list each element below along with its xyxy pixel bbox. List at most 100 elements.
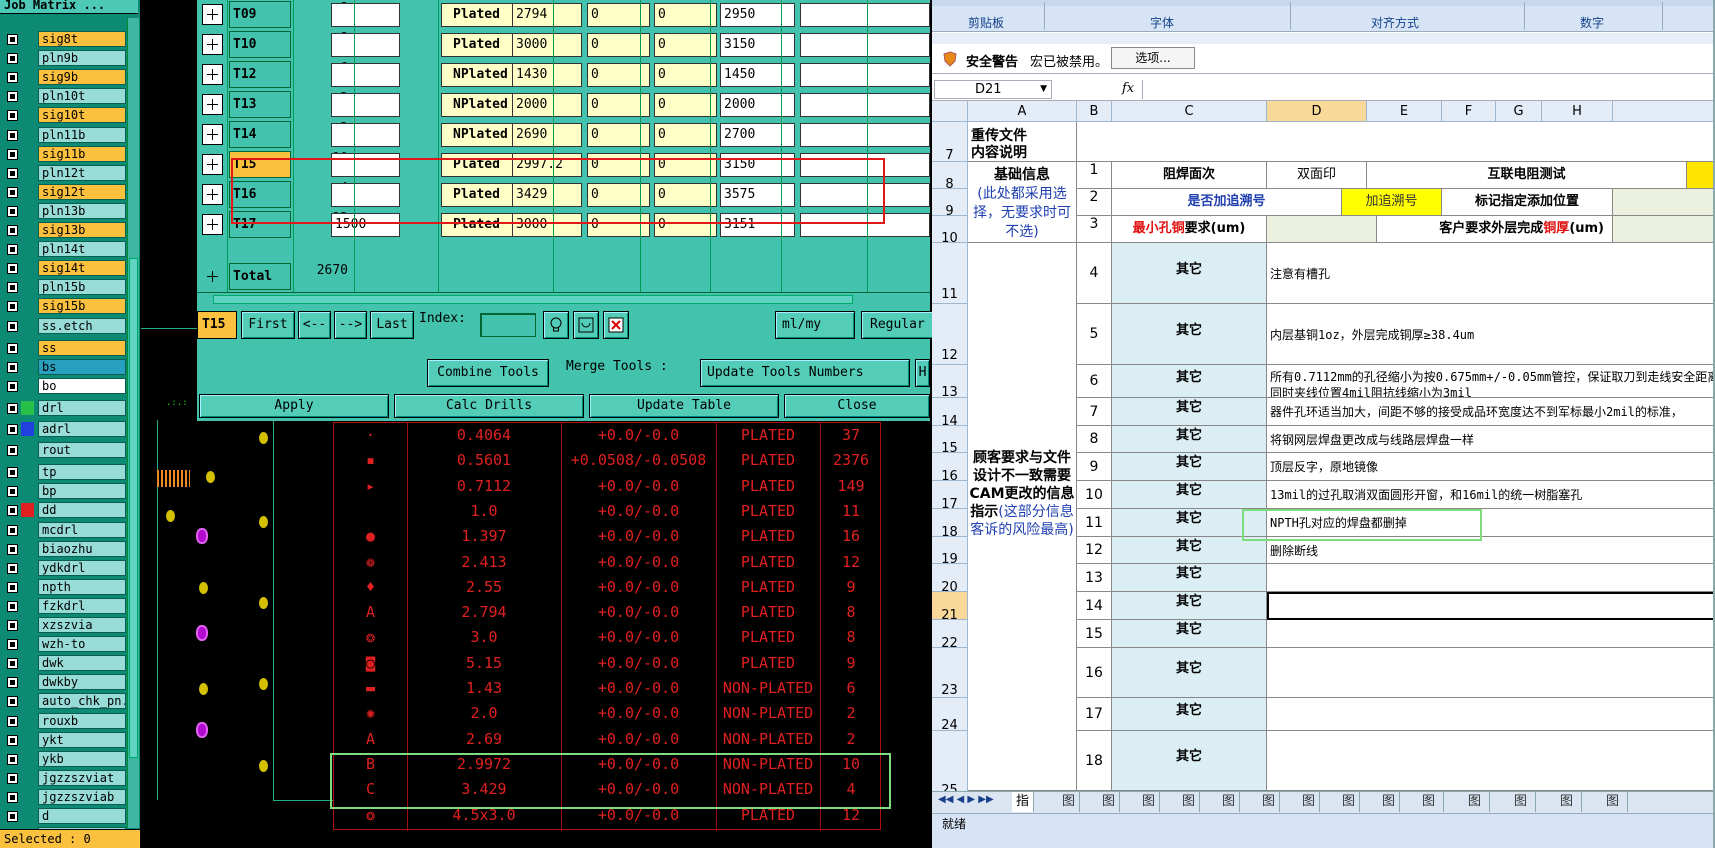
- layer-checkbox[interactable]: [7, 620, 18, 631]
- name-box[interactable]: D21 ▼: [934, 80, 1052, 99]
- layer-checkbox[interactable]: [7, 600, 18, 612]
- sheet-tab-6[interactable]: 图6: [1258, 792, 1281, 829]
- layer-name[interactable]: sig9b: [38, 69, 126, 86]
- row-header-15[interactable]: 15: [932, 426, 968, 456]
- row-header-12[interactable]: 12: [932, 304, 968, 365]
- sheet-tab-9[interactable]: 图9: [1378, 792, 1401, 829]
- layer-row-ydkdrl[interactable]: ydkdrl: [4, 559, 126, 578]
- item-category[interactable]: 其它: [1112, 592, 1267, 620]
- layer-checkbox[interactable]: [7, 772, 18, 784]
- layer-name[interactable]: pln10t: [38, 88, 126, 105]
- item-number[interactable]: 5: [1077, 304, 1112, 365]
- layer-name[interactable]: bs: [38, 358, 126, 375]
- sheet-tab-11[interactable]: 图11: [1464, 792, 1490, 829]
- layer-checkbox[interactable]: [7, 53, 18, 65]
- layer-row-dwkby[interactable]: dwkby: [4, 673, 126, 692]
- item-category[interactable]: 其它: [1112, 243, 1267, 304]
- layer-name[interactable]: dwkby: [38, 674, 126, 691]
- item-category[interactable]: 其它: [1112, 398, 1267, 426]
- layer-checkbox[interactable]: [7, 677, 18, 689]
- layer-name[interactable]: xzszvia: [38, 617, 126, 633]
- layer-name[interactable]: fzkdrl: [38, 597, 126, 614]
- calc-drills-button[interactable]: Calc Drills: [394, 394, 584, 418]
- layer-name[interactable]: rouxb: [38, 712, 126, 729]
- layer-checkbox[interactable]: [7, 402, 18, 414]
- item-category[interactable]: 其它: [1112, 620, 1267, 648]
- expand-icon[interactable]: [202, 4, 223, 25]
- layer-row-sig14t[interactable]: sig14t: [4, 259, 126, 278]
- layer-row-pln10t[interactable]: pln10t: [4, 87, 126, 106]
- sheet-tab-10[interactable]: 图10: [1418, 792, 1444, 829]
- layer-checkbox[interactable]: [7, 34, 18, 45]
- layer-row-tp[interactable]: tp: [4, 463, 126, 482]
- layer-row-rout[interactable]: rout: [4, 441, 126, 460]
- row-header-18[interactable]: 18: [932, 509, 968, 540]
- layer-name[interactable]: adrl: [38, 421, 126, 437]
- item-number[interactable]: 7: [1077, 398, 1112, 426]
- layer-row-sig10t[interactable]: sig10t: [4, 106, 126, 125]
- row-header-19[interactable]: 19: [932, 537, 968, 567]
- layer-row-sig9b[interactable]: sig9b: [4, 68, 126, 87]
- cell-e8[interactable]: 互联电阻测试: [1367, 162, 1687, 189]
- layer-checkbox[interactable]: [7, 282, 18, 294]
- layer-row-pln14t[interactable]: pln14t: [4, 240, 126, 259]
- tool-name[interactable]: T10: [229, 31, 291, 58]
- ribbon-group-number[interactable]: 数字: [1580, 14, 1604, 31]
- cell-b7-merged[interactable]: [1077, 122, 1715, 162]
- layer-row-jgzzszviat[interactable]: jgzzszviat: [4, 769, 126, 788]
- minus-tol-input[interactable]: 0: [654, 3, 717, 27]
- extra-input[interactable]: [800, 33, 930, 57]
- item-instruction[interactable]: [1267, 620, 1715, 648]
- item-instruction[interactable]: [1267, 731, 1715, 791]
- layer-row-npth[interactable]: npth: [4, 578, 126, 597]
- drill-size-input[interactable]: 2700: [720, 123, 795, 147]
- layer-name[interactable]: biaozhu: [38, 540, 126, 557]
- layer-checkbox[interactable]: [7, 129, 18, 141]
- layer-name[interactable]: auto_chk_pn...: [38, 693, 126, 710]
- layer-row-mcdrl[interactable]: mcdrl: [4, 521, 126, 540]
- layer-row-bo[interactable]: bo: [4, 377, 126, 396]
- cell-h8[interactable]: [1687, 162, 1715, 189]
- layer-row-drl[interactable]: drl: [4, 399, 126, 418]
- tool-name[interactable]: T09: [229, 1, 291, 28]
- sheet-tab-2[interactable]: 图2: [1098, 792, 1121, 829]
- item-category[interactable]: 其它: [1112, 564, 1267, 592]
- size-input[interactable]: [331, 33, 400, 57]
- layer-row-sig8t[interactable]: sig8t: [4, 30, 126, 49]
- layer-name[interactable]: sig11b: [38, 145, 126, 162]
- minus-tol-input[interactable]: 0: [654, 93, 717, 117]
- layer-name[interactable]: pln13b: [38, 202, 126, 219]
- layer-row-dwk[interactable]: dwk: [4, 654, 126, 673]
- drill-size-input[interactable]: 1450: [720, 63, 795, 87]
- size-input[interactable]: [331, 123, 400, 147]
- layer-row-xzszvia[interactable]: xzszvia: [4, 616, 126, 635]
- layer-name[interactable]: sig15b: [38, 298, 126, 315]
- cell-a7[interactable]: 重传文件 内容说明: [968, 122, 1077, 162]
- finish-size-input[interactable]: 2794: [512, 3, 582, 27]
- item-number[interactable]: 14: [1077, 592, 1112, 620]
- row-header-14[interactable]: 14: [932, 398, 968, 429]
- layer-name[interactable]: dd: [38, 502, 126, 519]
- item-number[interactable]: 17: [1077, 698, 1112, 731]
- row-header-7[interactable]: 7: [932, 122, 968, 163]
- row-header-17[interactable]: 17: [932, 481, 968, 512]
- minus-tol-input[interactable]: 0: [654, 123, 717, 147]
- item-instruction[interactable]: 将钢网层焊盘更改成与线路层焊盘一样: [1267, 426, 1715, 453]
- row-header-20[interactable]: 20: [932, 564, 968, 595]
- layer-checkbox[interactable]: [7, 263, 18, 275]
- layer-name[interactable]: pln12t: [38, 164, 126, 181]
- minus-tol-input[interactable]: 0: [654, 63, 717, 87]
- drill-size-input[interactable]: 3150: [720, 33, 795, 57]
- layer-checkbox[interactable]: [7, 424, 18, 435]
- job-matrix-button[interactable]: Job Matrix ...: [0, 0, 138, 14]
- layer-checkbox[interactable]: [7, 244, 18, 256]
- layer-checkbox[interactable]: [7, 361, 18, 373]
- sheet-tab-13[interactable]: 图13: [1556, 792, 1582, 829]
- layer-row-fzkdrl[interactable]: fzkdrl: [4, 597, 126, 616]
- item-number[interactable]: 9: [1077, 453, 1112, 481]
- layer-row-bs[interactable]: bs: [4, 358, 126, 377]
- layer-name[interactable]: sig12t: [38, 183, 126, 200]
- table-row[interactable]: T098Plated2794002950: [197, 0, 930, 30]
- item-number[interactable]: 18: [1077, 731, 1112, 791]
- prev-button[interactable]: <--: [298, 311, 331, 339]
